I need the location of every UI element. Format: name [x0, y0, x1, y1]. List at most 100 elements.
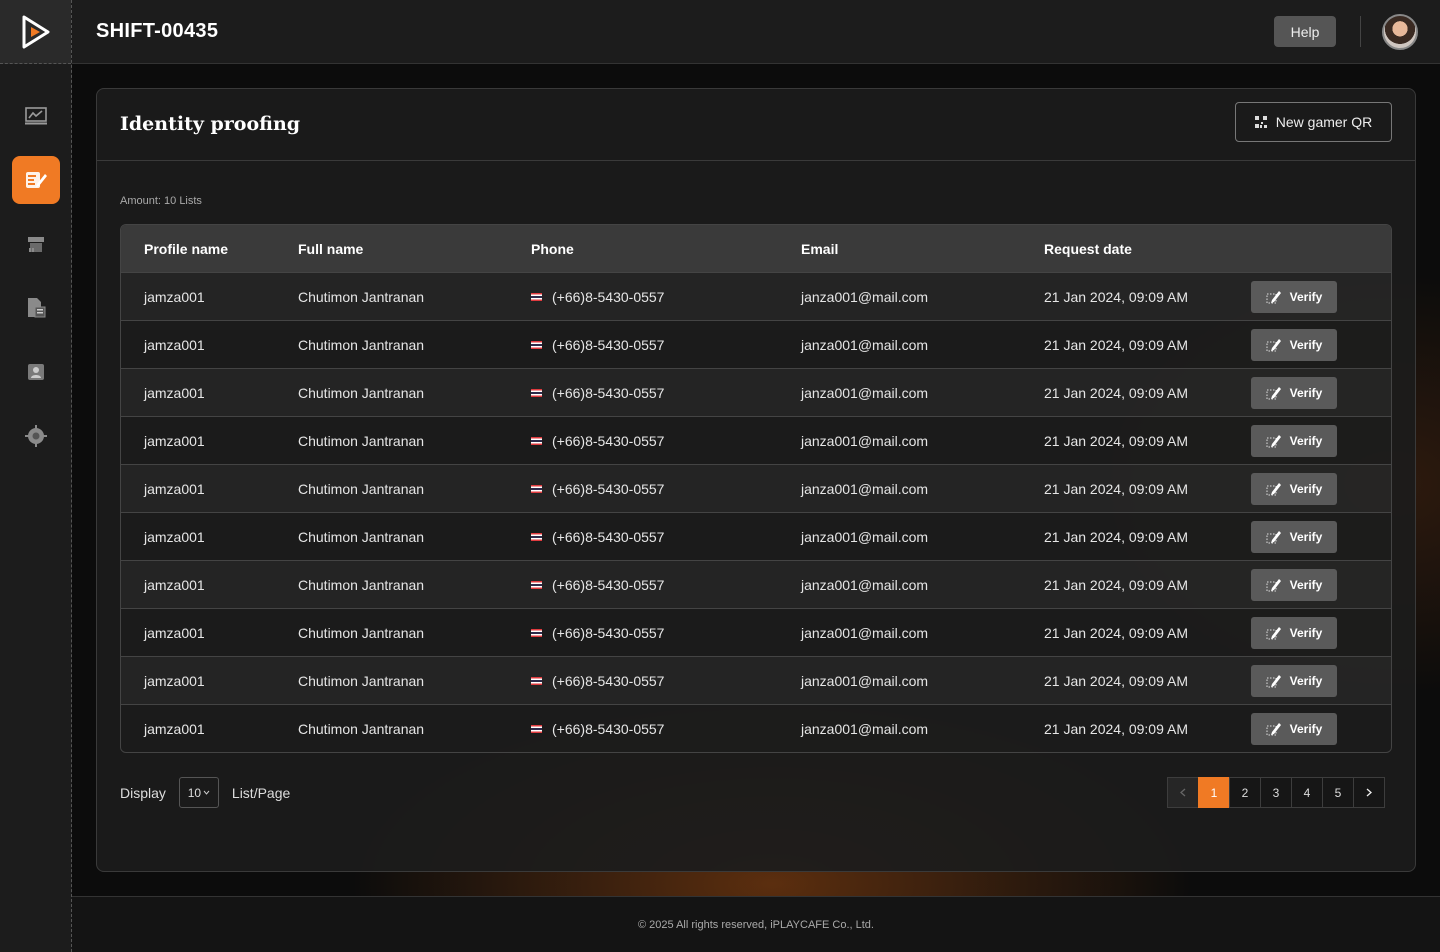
table-row: jamza001 Chutimon Jantranan (+66)8-5430-05…: [121, 560, 1391, 608]
sidebar-item-reports[interactable]: [12, 284, 60, 332]
qr-code-icon: [1254, 116, 1267, 128]
table-row: jamza001 Chutimon Jantranan (+66)8-5430-05…: [121, 368, 1391, 416]
pagination-page-5[interactable]: 5: [1322, 777, 1354, 808]
sidebar-item-members[interactable]: [12, 348, 60, 396]
cell-profile-name: jamza001: [144, 576, 205, 593]
help-button[interactable]: Help: [1274, 16, 1336, 47]
pagination-page-3[interactable]: 3: [1260, 777, 1292, 808]
cell-profile-name: jamza001: [144, 432, 205, 449]
verify-pen-icon: [1266, 386, 1281, 399]
cell-phone: (+66)8-5430-0557: [531, 721, 801, 737]
cell-request-date: 21 Jan 2024, 09:09 AM: [1044, 720, 1188, 737]
pagination-page-4[interactable]: 4: [1291, 777, 1323, 808]
table-row: jamza001 Chutimon Jantranan (+66)8-5430-05…: [121, 416, 1391, 464]
cell-email: janza001@mail.com: [801, 480, 929, 497]
cell-email: janza001@mail.com: [801, 528, 929, 545]
verify-pen-icon: [1266, 482, 1281, 495]
verify-label: Verify: [1289, 529, 1323, 544]
app-logo[interactable]: [0, 0, 71, 64]
pagination: 12345: [1167, 777, 1385, 808]
pagination-page-2[interactable]: 2: [1229, 777, 1261, 808]
cell-profile-name: jamza001: [144, 672, 205, 689]
cell-actions: Verify: [1251, 472, 1351, 505]
cell-actions: Verify: [1251, 664, 1351, 697]
cell-request-date: 21 Jan 2024, 09:09 AM: [1044, 528, 1188, 545]
per-page-label: List/Page: [231, 784, 291, 801]
verify-button[interactable]: Verify: [1251, 376, 1337, 409]
verify-pen-icon: [1266, 578, 1281, 591]
panel-title: Identity proofing: [120, 113, 301, 135]
thai-flag-icon: [531, 436, 542, 445]
cell-actions: Verify: [1251, 376, 1351, 409]
verify-pen-icon: [1266, 530, 1281, 543]
thai-flag-icon: [531, 388, 542, 397]
identity-table: Profile name Full name Phone Email Reque…: [120, 224, 1392, 753]
cell-email: janza001@mail.com: [801, 672, 929, 689]
header-profile-name: Profile name: [144, 240, 229, 257]
cell-actions: Verify: [1251, 280, 1351, 313]
cell-request-date: 21 Jan 2024, 09:09 AM: [1044, 384, 1188, 401]
verify-button[interactable]: Verify: [1251, 328, 1337, 361]
pagination-pages: 12345: [1198, 777, 1354, 808]
table-row: jamza001 Chutimon Jantranan (+66)8-5430-05…: [121, 320, 1391, 368]
identity-proofing-icon: [26, 172, 47, 188]
display-label: Display: [120, 784, 166, 801]
thai-flag-icon: [531, 628, 542, 637]
dashboard-chart-icon: [25, 107, 47, 125]
table-row: jamza001 Chutimon Jantranan (+66)8-5430-05…: [121, 704, 1391, 752]
cell-email: janza001@mail.com: [801, 384, 929, 401]
verify-button[interactable]: Verify: [1251, 616, 1337, 649]
verify-button[interactable]: Verify: [1251, 520, 1337, 553]
topbar-divider: [1360, 16, 1361, 47]
verify-label: Verify: [1289, 289, 1323, 304]
cell-profile-name: jamza001: [144, 384, 205, 401]
verify-label: Verify: [1289, 577, 1323, 592]
cell-full-name: Chutimon Jantranan: [298, 720, 425, 737]
sidebar-item-store[interactable]: [12, 220, 60, 268]
verify-button[interactable]: Verify: [1251, 664, 1337, 697]
verify-button[interactable]: Verify: [1251, 712, 1337, 745]
thai-flag-icon: [531, 532, 542, 541]
pagination-next-button[interactable]: [1353, 777, 1385, 808]
table-row: jamza001 Chutimon Jantranan (+66)8-5430-05…: [121, 608, 1391, 656]
pagination-prev-button[interactable]: [1167, 777, 1199, 808]
page-size-value: 10: [187, 785, 202, 800]
verify-button[interactable]: Verify: [1251, 280, 1337, 313]
verify-pen-icon: [1266, 674, 1281, 687]
verify-button[interactable]: Verify: [1251, 424, 1337, 457]
verify-button[interactable]: Verify: [1251, 568, 1337, 601]
page-size-select[interactable]: 10: [178, 777, 219, 808]
phone-number: (+66)8-5430-0557: [552, 672, 665, 689]
cell-actions: Verify: [1251, 328, 1351, 361]
verify-button[interactable]: Verify: [1251, 472, 1337, 505]
table-row: jamza001 Chutimon Jantranan (+66)8-5430-05…: [121, 464, 1391, 512]
pagination-page-1[interactable]: 1: [1198, 777, 1230, 808]
chevron-down-icon: [203, 790, 210, 795]
cell-full-name: Chutimon Jantranan: [298, 672, 425, 689]
sidebar-item-dashboard[interactable]: [12, 92, 60, 140]
cell-profile-name: jamza001: [144, 480, 205, 497]
cell-profile-name: jamza001: [144, 624, 205, 641]
table-row: jamza001 Chutimon Jantranan (+66)8-5430-05…: [121, 272, 1391, 320]
sidebar-item-identity-proofing[interactable]: [12, 156, 60, 204]
verify-label: Verify: [1289, 385, 1323, 400]
phone-number: (+66)8-5430-0557: [552, 576, 665, 593]
user-avatar[interactable]: [1382, 14, 1418, 50]
thai-flag-icon: [531, 724, 542, 733]
cell-phone: (+66)8-5430-0557: [531, 433, 801, 449]
cell-full-name: Chutimon Jantranan: [298, 336, 425, 353]
new-gamer-qr-button[interactable]: New gamer QR: [1235, 102, 1392, 142]
sidebar-item-settings[interactable]: [12, 412, 60, 460]
cell-phone: (+66)8-5430-0557: [531, 529, 801, 545]
cell-actions: Verify: [1251, 712, 1351, 745]
cell-full-name: Chutimon Jantranan: [298, 384, 425, 401]
play-logo-icon: [22, 15, 49, 48]
panel-header: Identity proofing New gamer QR: [97, 89, 1415, 161]
phone-number: (+66)8-5430-0557: [552, 336, 665, 353]
verify-label: Verify: [1289, 433, 1323, 448]
cell-actions: Verify: [1251, 520, 1351, 553]
cell-request-date: 21 Jan 2024, 09:09 AM: [1044, 576, 1188, 593]
cell-request-date: 21 Jan 2024, 09:09 AM: [1044, 672, 1188, 689]
page-size-control: Display 10 List/Page: [120, 777, 290, 808]
cell-request-date: 21 Jan 2024, 09:09 AM: [1044, 288, 1188, 305]
